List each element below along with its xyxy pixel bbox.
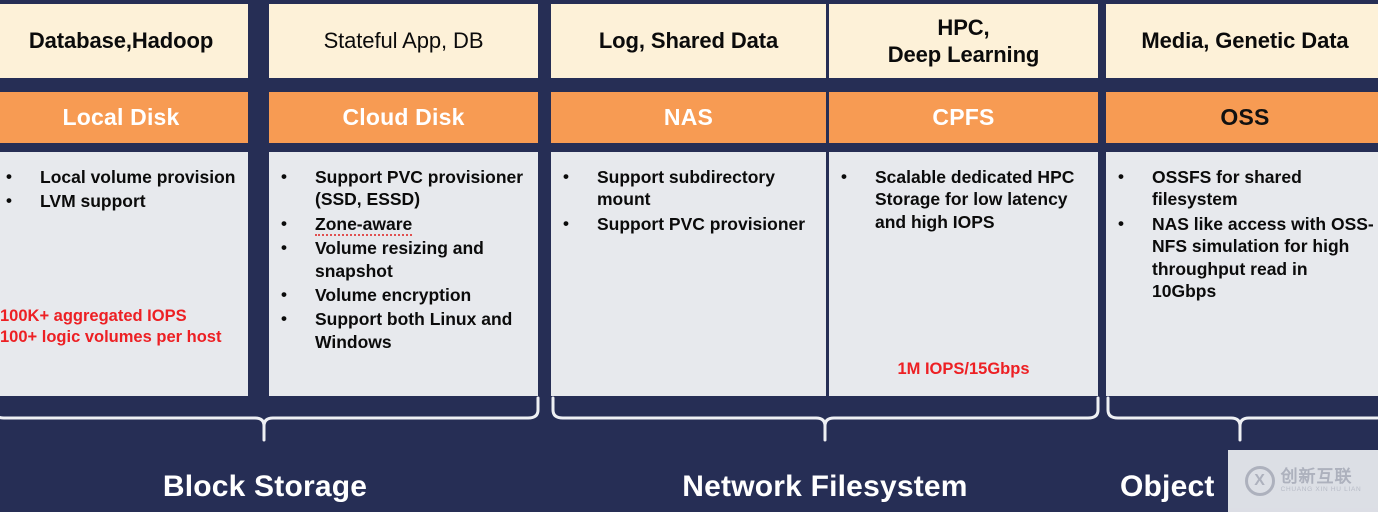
feature-text: Scalable dedicated HPC Storage for low l… xyxy=(875,167,1075,232)
group-label-block-storage: Block Storage xyxy=(162,470,368,503)
feature-list-cpfs: • Scalable dedicated HPC Storage for low … xyxy=(837,166,1090,233)
feature-text: Local volume provision xyxy=(40,167,236,187)
brace-object xyxy=(1106,396,1378,427)
performance-note-cpfs: 1M IOPS/15Gbps xyxy=(897,359,1030,378)
column-body-nas: • Support subdirectory mount • Support PVC… xyxy=(551,152,826,396)
list-item: • OSSFS for shared filesystem xyxy=(1114,166,1376,211)
watermark-pinyin: CHUANG XIN HU LIAN xyxy=(1280,485,1362,493)
brace-block-storage xyxy=(0,396,540,427)
list-item: • LVM support xyxy=(2,190,240,212)
column-header-oss: Media, Genetic Data xyxy=(1106,4,1378,78)
bullet-icon: • xyxy=(563,213,569,233)
header-text-plain: Database, xyxy=(28,28,132,54)
header-text-bold: Hadoop xyxy=(131,28,214,54)
bullet-icon: • xyxy=(6,191,12,211)
storage-type-band-cpfs[interactable]: CPFS xyxy=(829,92,1098,143)
list-item: • Support subdirectory mount xyxy=(559,166,818,211)
bullet-icon: • xyxy=(1118,167,1124,186)
note-line: 100K+ aggregated IOPS xyxy=(0,306,187,325)
feature-text: OSSFS for shared filesystem xyxy=(1152,167,1302,210)
column-body-cpfs: • Scalable dedicated HPC Storage for low … xyxy=(829,152,1098,396)
watermark-chinese: 创新互联 xyxy=(1280,466,1353,486)
column-header-nas: Log, Shared Data xyxy=(551,4,826,78)
group-braces xyxy=(0,396,1378,446)
feature-text: Volume encryption xyxy=(315,284,472,305)
list-item: • Support PVC provisioner xyxy=(559,213,818,235)
storage-comparison-diagram: Database, Hadoop Local Disk • Local volum… xyxy=(0,0,1378,512)
bullet-icon: • xyxy=(281,284,287,304)
feature-text: Volume resizing and snapshot xyxy=(315,238,484,281)
bullet-icon: • xyxy=(6,167,12,186)
column-body-oss: • OSSFS for shared filesystem • NAS like a… xyxy=(1106,152,1378,396)
feature-text: Support PVC provisioner xyxy=(597,213,806,234)
list-item: • Support PVC provisioner (SSD, ESSD) xyxy=(277,166,530,211)
feature-text: LVM support xyxy=(40,191,146,212)
bullet-icon: • xyxy=(281,309,287,329)
watermark-text: 创新互联 CHUANG XIN HU LIAN xyxy=(1281,468,1362,494)
list-item: • Support both Linux and Windows xyxy=(277,308,530,353)
column-header-cloud-disk: Stateful App, DB xyxy=(269,4,538,78)
storage-type-band-local-disk[interactable]: Local Disk xyxy=(0,92,248,143)
watermark: X 创新互联 CHUANG XIN HU LIAN xyxy=(1228,450,1378,512)
feature-text: Support PVC provisioner (SSD, ESSD) xyxy=(315,167,524,210)
storage-type-band-cloud-disk[interactable]: Cloud Disk xyxy=(269,92,538,143)
header-line: Deep Learning xyxy=(887,42,1040,67)
column-body-local-disk: • Local volume provision • LVM support 100… xyxy=(0,152,248,396)
storage-type-band-oss[interactable]: OSS xyxy=(1106,92,1378,143)
feature-list-oss: • OSSFS for shared filesystem • NAS like a… xyxy=(1114,166,1376,302)
feature-text: Support subdirectory mount xyxy=(597,167,775,210)
brace-network-filesystem xyxy=(551,396,1100,427)
column-header-cpfs: HPC, Deep Learning xyxy=(829,4,1098,78)
feature-list-nas: • Support subdirectory mount • Support PVC… xyxy=(559,166,818,235)
bullet-icon: • xyxy=(563,167,569,186)
column-body-cloud-disk: • Support PVC provisioner (SSD, ESSD) • Zo… xyxy=(269,152,538,396)
feature-text: Support both Linux and Windows xyxy=(315,309,513,352)
column-header-local-disk: Database, Hadoop xyxy=(0,4,248,78)
storage-type-band-nas[interactable]: NAS xyxy=(551,92,826,143)
feature-text: NAS like access with OSS-NFS simulation … xyxy=(1152,213,1374,301)
list-item: • Volume resizing and snapshot xyxy=(277,237,530,282)
bullet-icon: • xyxy=(281,238,287,258)
feature-list-cloud-disk: • Support PVC provisioner (SSD, ESSD) • Zo… xyxy=(277,166,530,353)
feature-text: Zone-aware xyxy=(315,213,413,236)
watermark-logo-icon: X xyxy=(1244,466,1275,496)
list-item: • Scalable dedicated HPC Storage for low … xyxy=(837,166,1090,233)
list-item: • NAS like access with OSS-NFS simulation… xyxy=(1114,213,1376,303)
group-label-network-filesystem: Network Filesystem xyxy=(682,470,968,503)
bullet-icon: • xyxy=(281,167,287,186)
feature-list-local-disk: • Local volume provision • LVM support xyxy=(2,166,240,213)
bullet-icon: • xyxy=(281,213,287,233)
bullet-icon: • xyxy=(841,167,847,186)
bullet-icon: • xyxy=(1118,213,1124,233)
list-item: • Volume encryption xyxy=(277,284,530,306)
note-line: 100+ logic volumes per host xyxy=(0,327,222,346)
list-item: • Local volume provision xyxy=(2,166,240,188)
performance-note-local-disk: 100K+ aggregated IOPS 100+ logic volumes… xyxy=(0,306,221,348)
list-item: • Zone-aware xyxy=(277,213,530,236)
header-line: HPC, xyxy=(937,14,990,40)
